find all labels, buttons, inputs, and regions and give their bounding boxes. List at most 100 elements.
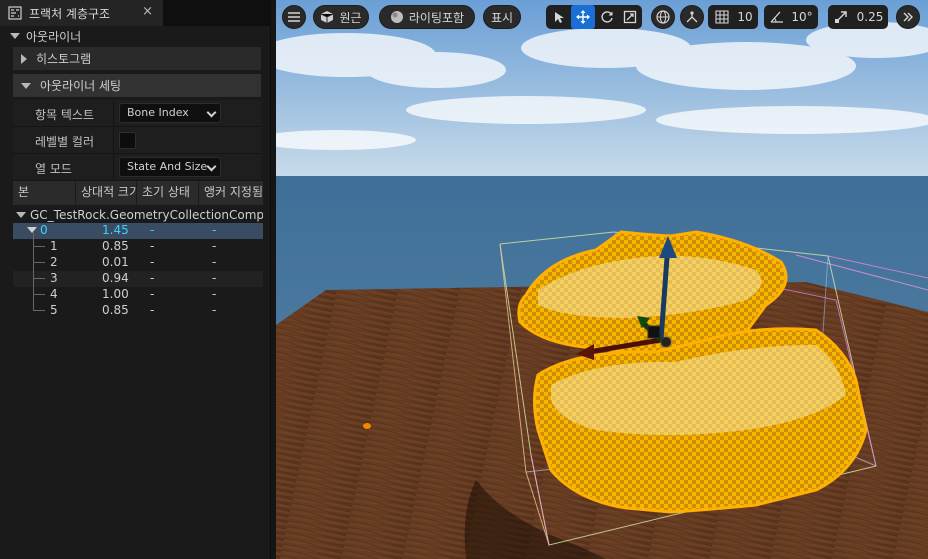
column-mode-row: 열 모드 State And Size — [13, 154, 261, 181]
initial-state: - — [150, 303, 155, 317]
maximize-viewport-button[interactable] — [896, 5, 920, 29]
grid-snap-group[interactable]: 10 — [708, 5, 758, 29]
histogram-section-header[interactable]: 히스토그램 — [13, 47, 261, 70]
relative-size: 0.94 — [102, 271, 129, 285]
tree-guide-line — [33, 279, 34, 295]
tree-guide-line — [33, 247, 34, 263]
close-icon[interactable]: × — [142, 4, 153, 19]
histogram-label: 히스토그램 — [36, 52, 92, 66]
level-color-checkbox[interactable] — [119, 132, 136, 149]
tree-guide-line — [33, 263, 34, 279]
viewport-toolbar: 원근 라이팅포함 표시 10 10° 0.25 — [276, 0, 928, 34]
relative-size: 1.00 — [102, 287, 129, 301]
bone-index: 5 — [50, 303, 58, 317]
column-mode-label: 열 모드 — [35, 162, 72, 176]
perspective-button[interactable]: 원근 — [313, 5, 369, 29]
surface-snap-icon — [686, 11, 698, 23]
viewport-scene — [276, 0, 928, 559]
grid-icon — [715, 10, 729, 24]
table-row[interactable]: 0 1.45 - - — [13, 223, 263, 239]
grid-snap-toggle[interactable] — [711, 5, 733, 29]
rotation-snap-value-label: 10° — [791, 10, 813, 24]
column-mode-dropdown[interactable]: State And Size — [119, 157, 221, 177]
scale-tool-button[interactable] — [619, 5, 641, 29]
panel-tab-bar: 프랙처 계층구조 × — [0, 0, 271, 26]
scale-snap-value-label: 0.25 — [856, 10, 884, 24]
scale-icon — [623, 10, 637, 24]
select-tool-button[interactable] — [548, 5, 570, 29]
relative-size: 0.85 — [102, 239, 129, 253]
collapse-arrow-icon — [21, 82, 31, 89]
show-label: 표시 — [490, 10, 514, 25]
anchored: - — [212, 239, 217, 253]
scale-snap-group[interactable]: 0.25 — [828, 5, 888, 29]
viewport-menu-button[interactable] — [282, 5, 306, 29]
transform-tools-group — [546, 5, 642, 29]
column-header-initial-state[interactable]: 초기 상태 — [137, 181, 199, 205]
scale-snap-toggle[interactable] — [831, 5, 851, 29]
collapse-arrow-icon — [27, 227, 37, 233]
tree-root-item[interactable]: GC_TestRock.GeometryCollectionComponent — [13, 207, 263, 223]
item-text-row: 항목 텍스트 Bone Index — [13, 100, 261, 127]
outliner-settings-section-header[interactable]: 아웃라이너 세팅 — [13, 74, 261, 97]
column-mode-value: State And Size — [127, 160, 208, 173]
show-button[interactable]: 표시 — [483, 5, 521, 29]
level-viewport[interactable]: 원근 라이팅포함 표시 10 10° 0.25 — [276, 0, 928, 559]
settings-label: 아웃라이너 세팅 — [40, 79, 122, 93]
table-row[interactable]: 5 0.85 - - — [13, 295, 263, 319]
translate-tool-button[interactable] — [571, 5, 595, 29]
column-divider — [113, 127, 114, 153]
chevron-down-icon — [206, 161, 217, 172]
initial-state: - — [150, 255, 155, 269]
tree-guide-line — [33, 278, 45, 279]
table-row[interactable]: 1 0.85 - - — [13, 231, 263, 255]
table-row[interactable]: 4 1.00 - - — [13, 279, 263, 303]
rotation-snap-toggle[interactable] — [767, 5, 787, 29]
surface-snapping-button[interactable] — [680, 5, 704, 29]
rotate-tool-button[interactable] — [596, 5, 618, 29]
anchored: - — [212, 303, 217, 317]
tree-guide-line — [33, 295, 34, 311]
level-color-label: 레벨별 컬러 — [35, 135, 95, 149]
lighting-sphere-icon — [390, 11, 403, 23]
scale-arrow-icon — [835, 11, 847, 23]
item-text-dropdown[interactable]: Bone Index — [119, 103, 221, 123]
cursor-arrow-icon — [555, 11, 564, 23]
column-header-bone[interactable]: 본 — [13, 181, 76, 205]
view-mode-button[interactable]: 라이팅포함 — [379, 5, 475, 29]
anchored: - — [212, 223, 217, 237]
table-row[interactable]: 2 0.01 - - — [13, 247, 263, 271]
tree-guide-line — [33, 262, 45, 263]
column-header-anchored[interactable]: 앵커 지정됨 — [199, 181, 263, 205]
anchored: - — [212, 271, 217, 285]
item-text-label: 항목 텍스트 — [35, 108, 95, 122]
initial-state: - — [150, 287, 155, 301]
column-divider — [113, 154, 114, 180]
grid-snap-value[interactable]: 10 — [734, 5, 756, 29]
outliner-header[interactable]: 아웃라이너 — [0, 26, 271, 46]
bone-index: 1 — [50, 239, 58, 253]
anchored: - — [212, 255, 217, 269]
chevron-down-icon — [206, 107, 217, 118]
rotation-snap-value[interactable]: 10° — [788, 5, 816, 29]
level-color-row: 레벨별 컬러 — [13, 127, 261, 154]
rotation-snap-group[interactable]: 10° — [764, 5, 818, 29]
bone-index: 0 — [40, 223, 48, 237]
root-label: GC_TestRock.GeometryCollectionComponent — [30, 208, 263, 222]
hierarchy-icon — [8, 6, 22, 20]
tree-guide-line — [33, 246, 45, 247]
grid-snap-value-label: 10 — [737, 10, 753, 24]
lighting-label: 라이팅포함 — [408, 10, 465, 25]
table-row[interactable]: 3 0.94 - - — [13, 263, 263, 287]
expand-arrow-icon — [21, 53, 27, 64]
column-header-relative-size[interactable]: 상대적 크기 — [76, 181, 137, 205]
panel-tab[interactable]: 프랙처 계층구조 × — [0, 0, 163, 26]
initial-state: - — [150, 223, 155, 237]
collapse-arrow-icon — [10, 33, 20, 39]
scale-snap-value[interactable]: 0.25 — [853, 5, 887, 29]
globe-icon — [656, 10, 670, 24]
double-chevron-right-icon — [903, 12, 913, 22]
coordinate-space-button[interactable] — [651, 5, 675, 29]
table-header: 본 상대적 크기 초기 상태 앵커 지정됨 — [13, 181, 263, 205]
item-text-value: Bone Index — [127, 106, 189, 119]
